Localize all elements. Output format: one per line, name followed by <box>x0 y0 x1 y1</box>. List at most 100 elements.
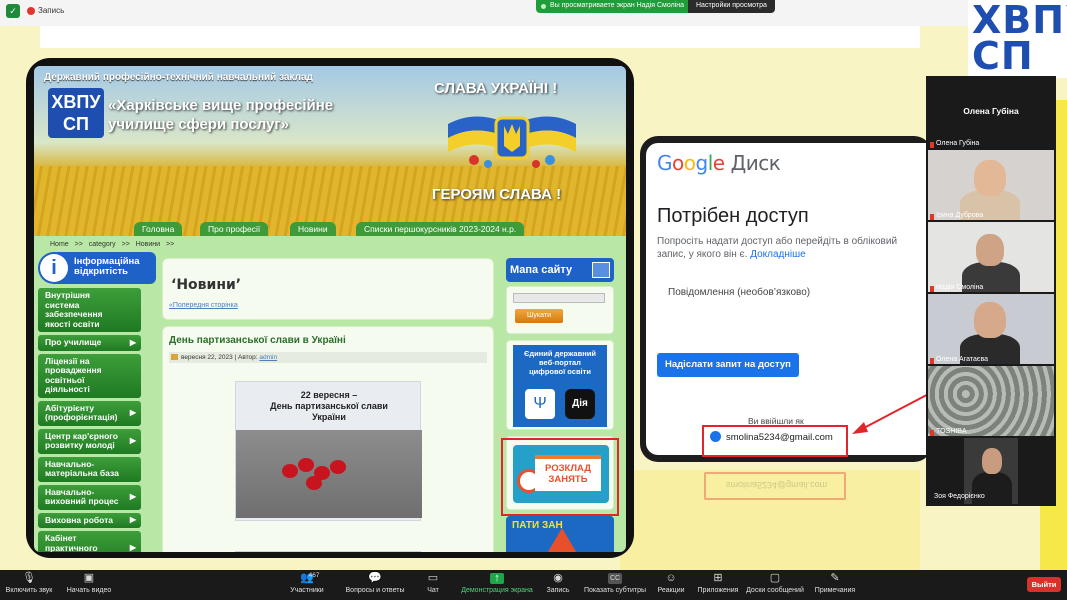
reactions-icon: ☺ <box>665 572 677 584</box>
menu-item-label: Ліцензії на провадження освітньої діяльн… <box>45 355 102 394</box>
control-label: Включить звук <box>5 587 53 594</box>
recording-label: Запись <box>38 6 65 15</box>
news-column: ‘Новини’ «Попередня сторінка День партиз… <box>162 258 494 552</box>
flower-mark <box>330 460 346 474</box>
menu-item-quality[interactable]: Внутрішня система забезпечення якості ос… <box>38 288 141 332</box>
menu-item-upbringing[interactable]: Виховна робота ▶ <box>38 512 141 528</box>
participant-name: Зоя Федорієнко <box>934 493 985 500</box>
warning-banner-text: ПАТИ ЗАН <box>512 520 563 531</box>
control-label: Вопросы и ответы <box>345 587 405 594</box>
participant-tile[interactable]: Надія Смоліна <box>928 222 1054 292</box>
whiteboard-icon: ▢ <box>769 572 781 584</box>
participant-tile[interactable]: Олена Губіна <box>928 134 1054 148</box>
control-label: Показать субтитры <box>583 587 647 594</box>
menu-item-education[interactable]: Навчально-виховний процес ▶ <box>38 484 141 510</box>
logo-letter: G <box>657 151 673 175</box>
post-image-caption: 22 вересня – День партизанської слави Ук… <box>270 390 388 422</box>
whiteboards-button[interactable]: ▢ Доски сообщений <box>744 570 806 600</box>
access-description: Попросіть надати доступ або перейдіть в … <box>657 235 919 261</box>
message-input[interactable]: Повідомлення (необов’язково) <box>668 287 810 298</box>
portal-text: Єдиний державний веб-портал цифрової осв… <box>524 349 596 376</box>
flower-mark <box>306 476 322 490</box>
nav-freshmen-lists[interactable]: Списки першокурсників 2023-2024 н.р. <box>356 222 525 236</box>
wallpaper-photo <box>928 366 1054 436</box>
education-portal-banner[interactable]: Єдиний державний веб-портал цифрової осв… <box>506 340 614 430</box>
post-title[interactable]: День партизанської слави в Україні <box>163 327 493 346</box>
logo-product: Диск <box>730 151 781 175</box>
control-label: Примечания <box>814 587 856 594</box>
college-logo-text: ХВПУ СП <box>972 0 1067 78</box>
apps-button[interactable]: ⊞ Приложения <box>696 570 740 600</box>
school-name: «Харківське вище професійне училище сфер… <box>108 97 334 133</box>
breadcrumb-separator: >> <box>121 241 130 248</box>
info-openness-banner[interactable]: i Інформаційна відкритість <box>38 252 156 284</box>
captions-icon: CC <box>608 573 622 584</box>
next-post-image[interactable] <box>235 551 421 552</box>
participant-photo <box>976 234 1004 266</box>
microphone-muted-icon: 🎙 <box>22 572 36 584</box>
logo-letter: o <box>683 151 696 175</box>
captions-button[interactable]: CC Показать субтитры <box>582 570 648 600</box>
menu-item-facilities[interactable]: Навчально-матеріальна база <box>38 456 141 482</box>
participants-button[interactable]: 👥 467 Участники <box>286 570 328 600</box>
arrow-right-icon: ▶ <box>129 543 136 552</box>
menu-item-label: Виховна робота <box>45 514 114 525</box>
search-input[interactable] <box>513 293 605 303</box>
nav-news[interactable]: Новини <box>290 222 336 236</box>
video-off-icon: ▣ <box>83 572 95 584</box>
view-options-button[interactable]: Настройки просмотра <box>688 0 775 13</box>
sitemap-icon <box>592 262 610 278</box>
site-banner: Державний професійно-технічний навчальни… <box>34 66 626 236</box>
reactions-button[interactable]: ☺ Реакции <box>654 570 688 600</box>
participant-tile[interactable]: TOSHIBA <box>928 366 1054 436</box>
post-image[interactable]: 22 вересня – День партизанської слави Ук… <box>235 381 422 521</box>
active-speaker-name: Олена Губіна <box>963 106 1019 116</box>
chat-button[interactable]: ▭ Чат <box>420 570 446 600</box>
breadcrumb-separator: >> <box>166 241 175 248</box>
participant-photo <box>974 302 1006 338</box>
menu-item-label: Внутрішня система забезпечення якості ос… <box>45 290 103 329</box>
sitemap-button[interactable]: Мапа сайту <box>506 258 614 282</box>
leave-button[interactable]: Выйти <box>1027 577 1061 592</box>
breadcrumb-home[interactable]: Home <box>50 241 69 248</box>
shield-icon[interactable]: ✓ <box>6 4 20 18</box>
menu-item-about[interactable]: Про училище ▶ <box>38 335 141 351</box>
chat-icon: ▭ <box>427 572 439 584</box>
search-box: Шукати <box>506 286 614 334</box>
control-label: Доски сообщений <box>746 587 804 594</box>
menu-item-career[interactable]: Центр кар'єрного розвитку молоді ▶ <box>38 428 141 454</box>
record-icon: ◉ <box>553 572 563 584</box>
breadcrumb-category[interactable]: category <box>89 241 116 248</box>
menu-item-psychologist[interactable]: Кабінет практичного психолога ▶ <box>38 531 141 552</box>
record-button[interactable]: ◉ Запись <box>544 570 572 600</box>
participant-tile[interactable]: Ірина Дуброва <box>928 150 1054 220</box>
warning-banner[interactable]: ПАТИ ЗАН <box>506 516 614 552</box>
site-logo[interactable]: ХВПУ СП <box>48 88 104 138</box>
request-access-button[interactable]: Надіслати запит на доступ <box>657 353 799 377</box>
news-post: День партизанської слави в Україні верес… <box>162 326 494 552</box>
meeting-controls: 🎙 Включить звук ▣ Начать видео 👥 467 Участни… <box>0 570 1067 600</box>
control-label: Начать видео <box>66 587 112 594</box>
nav-professions[interactable]: Про професії <box>200 222 269 236</box>
left-menu: i Інформаційна відкритість Внутрішня сис… <box>38 252 156 552</box>
logo-letter: o <box>672 151 684 175</box>
notes-button[interactable]: ✎ Примечания <box>812 570 858 600</box>
search-button[interactable]: Шукати <box>515 309 563 323</box>
qa-button[interactable]: 💬 Вопросы и ответы <box>344 570 406 600</box>
menu-item-applicants[interactable]: Абітурієнту (профорієнтація) ▶ <box>38 400 141 426</box>
participant-name: TOSHIBA <box>930 428 967 436</box>
learn-more-link[interactable]: Докладніше <box>750 249 806 260</box>
menu-item-licenses[interactable]: Ліцензії на провадження освітньої діяльн… <box>38 353 141 398</box>
unmute-button[interactable]: 🎙 Включить звук <box>4 570 54 600</box>
flower-mark <box>298 458 314 472</box>
participant-count: 467 <box>308 572 320 579</box>
arrow-right-icon: ▶ <box>129 515 136 525</box>
prev-page-link[interactable]: «Попередня сторінка <box>169 302 238 309</box>
breadcrumb-news[interactable]: Новини <box>136 241 160 248</box>
menu-item-label: Кабінет практичного психолога <box>45 533 98 552</box>
share-screen-button[interactable]: ↑ Демонстрация экрана <box>460 570 534 600</box>
start-video-button[interactable]: ▣ Начать видео <box>64 570 114 600</box>
nav-home[interactable]: Головна <box>134 222 183 236</box>
post-author-link[interactable]: admin <box>259 354 277 361</box>
participant-tile[interactable]: Олена Агатаєва <box>928 294 1054 364</box>
